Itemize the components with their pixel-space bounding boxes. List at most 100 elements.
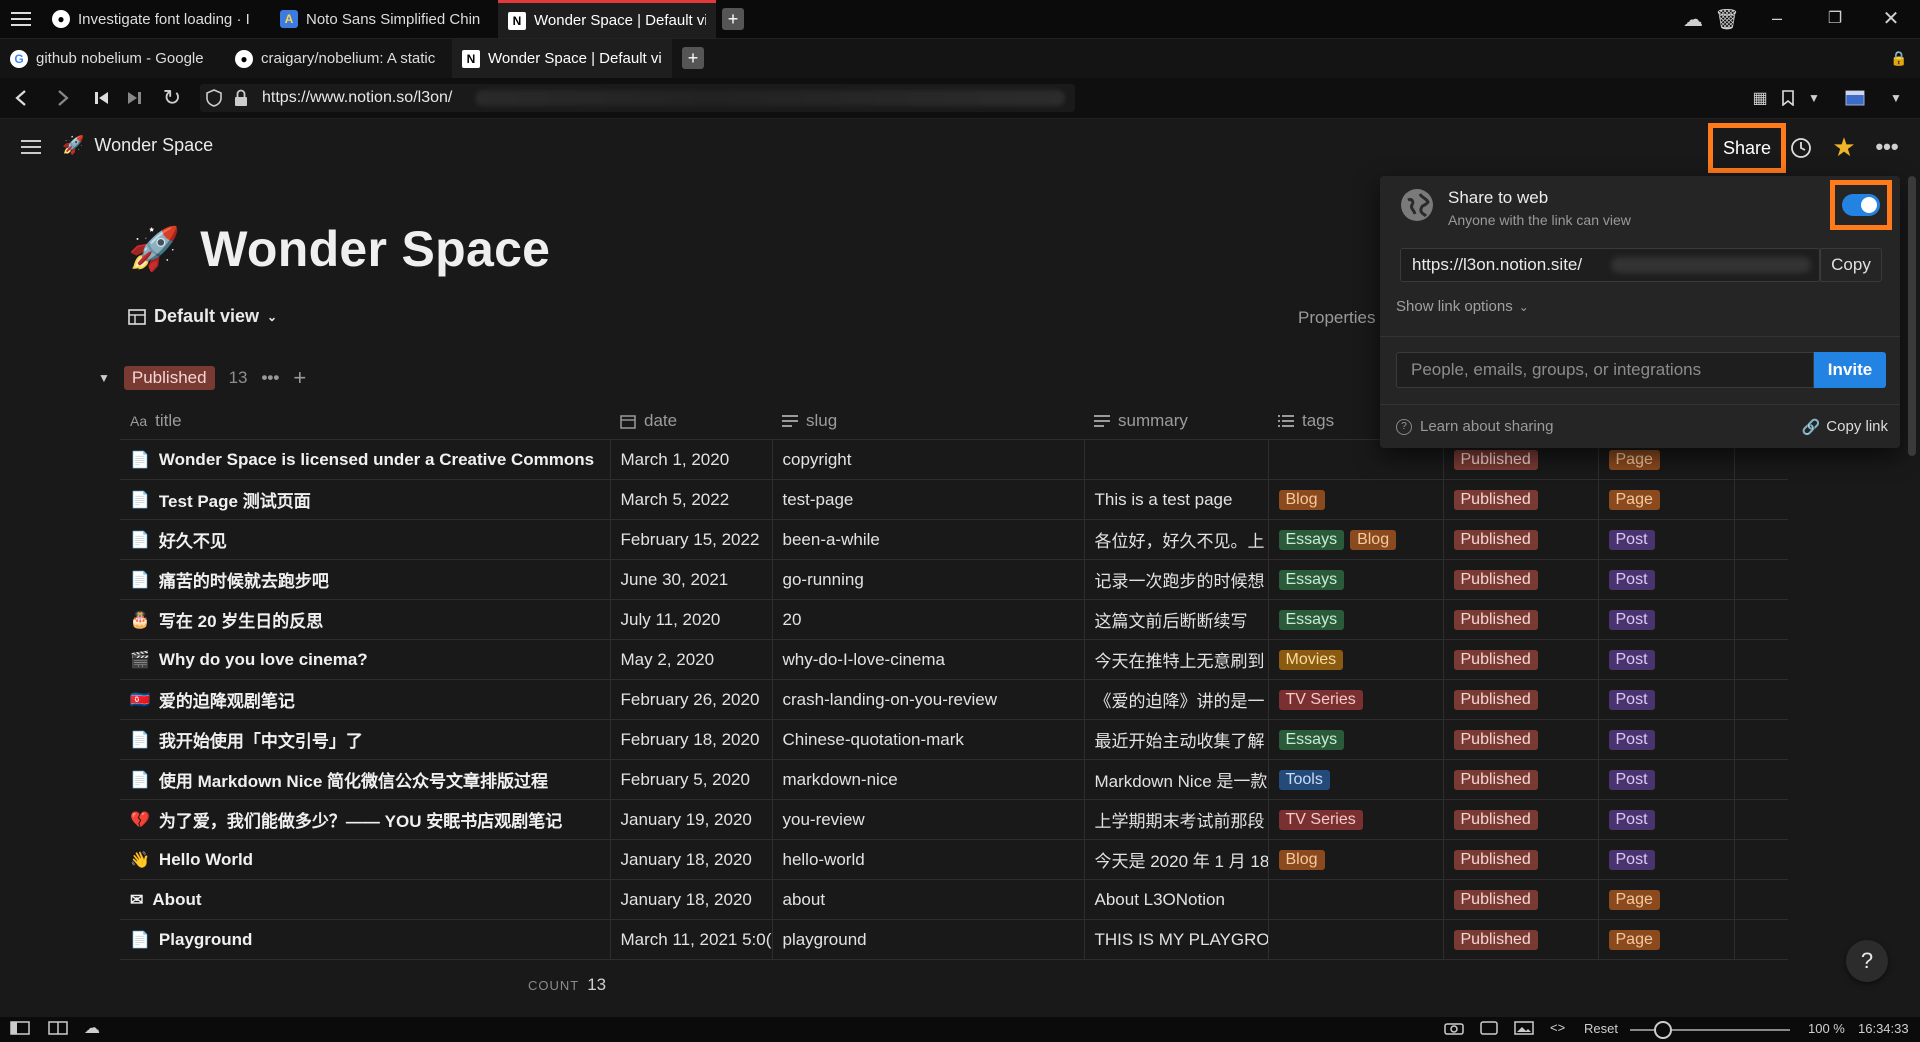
summary-cell[interactable]: Markdown Nice 是一款 xyxy=(1084,759,1269,800)
title-cell[interactable]: 📄 使用 Markdown Nice 简化微信公众号文章排版过程 xyxy=(120,759,611,800)
tags-cell[interactable]: Blog xyxy=(1268,479,1444,520)
type-cell[interactable]: Post xyxy=(1598,519,1735,560)
table-row[interactable]: 🎬 Why do you love cinema? May 2, 2020 why-d… xyxy=(120,639,1788,680)
column-header-slug[interactable]: slug xyxy=(772,403,1084,440)
address-bar[interactable]: https://www.notion.so/l3on/ xyxy=(200,84,1075,112)
title-cell[interactable]: 🇰🇵 爱的迫降观剧笔记 xyxy=(120,679,611,720)
chevron-down-icon[interactable]: ▼ xyxy=(1804,86,1824,110)
type-cell[interactable]: Post xyxy=(1598,679,1735,720)
date-cell[interactable]: March 1, 2020 xyxy=(610,439,773,480)
restore-icon[interactable]: ❐ xyxy=(1820,6,1850,30)
title-cell[interactable]: 📄 我开始使用「中文引号」了 xyxy=(120,719,611,760)
chevron-down-icon[interactable]: ▼ xyxy=(1886,86,1906,110)
trash-icon[interactable]: 🗑 xyxy=(1714,8,1740,31)
cloud-sync-icon[interactable]: ☁ xyxy=(84,1018,100,1038)
tags-cell[interactable]: TV Series xyxy=(1268,799,1444,840)
title-cell[interactable]: 📄 痛苦的时候就去跑步吧 xyxy=(120,559,611,600)
tags-cell[interactable]: Blog xyxy=(1268,839,1444,880)
table-row[interactable]: ✉ About January 18, 2020 about About L3ONoti… xyxy=(120,879,1788,920)
close-window-icon[interactable]: ✕ xyxy=(1876,6,1906,30)
slug-cell[interactable]: markdown-nice xyxy=(772,759,1085,800)
date-cell[interactable]: January 18, 2020 xyxy=(610,839,773,880)
slug-cell[interactable]: you-review xyxy=(772,799,1085,840)
slug-cell[interactable]: copyright xyxy=(772,439,1085,480)
table-row[interactable]: 🇰🇵 爱的迫降观剧笔记 February 26, 2020 crash-landing… xyxy=(120,679,1788,720)
help-button[interactable]: ? xyxy=(1846,940,1888,982)
date-cell[interactable]: July 11, 2020 xyxy=(610,599,773,640)
add-icon[interactable]: + xyxy=(293,365,306,391)
status-cell[interactable]: Published xyxy=(1443,559,1599,600)
image-icon[interactable] xyxy=(1514,1021,1534,1035)
learn-about-sharing[interactable]: ? Learn about sharing xyxy=(1396,418,1553,435)
more-options-icon[interactable]: ••• xyxy=(261,368,279,388)
type-cell[interactable]: Post xyxy=(1598,559,1735,600)
date-cell[interactable]: June 30, 2021 xyxy=(610,559,773,600)
summary-cell[interactable]: 记录一次跑步的时候想 xyxy=(1084,559,1269,600)
column-header-date[interactable]: date xyxy=(610,403,772,440)
tab-wonder-space-2[interactable]: N Wonder Space | Default vi xyxy=(452,39,672,78)
table-row[interactable]: 📄 Playground March 11, 2021 5:0(playground… xyxy=(120,919,1788,960)
type-cell[interactable]: Post xyxy=(1598,839,1735,880)
bookmark-icon[interactable] xyxy=(1776,86,1800,110)
date-cell[interactable]: February 15, 2022 xyxy=(610,519,773,560)
status-cell[interactable]: Published xyxy=(1443,719,1599,760)
shield-icon[interactable] xyxy=(206,89,222,107)
status-cell[interactable]: Published xyxy=(1443,879,1599,920)
forward-icon[interactable] xyxy=(50,86,76,110)
slug-cell[interactable]: hello-world xyxy=(772,839,1085,880)
tab-noto-sans[interactable]: A Noto Sans Simplified Chin xyxy=(270,0,498,38)
slug-cell[interactable]: why-do-I-love-cinema xyxy=(772,639,1085,680)
status-cell[interactable]: Published xyxy=(1443,799,1599,840)
type-cell[interactable]: Post xyxy=(1598,639,1735,680)
qr-code-icon[interactable]: ▦ xyxy=(1748,86,1772,110)
fast-forward-icon[interactable] xyxy=(122,86,146,110)
title-cell[interactable]: 🎂 写在 20 岁生日的反思 xyxy=(120,599,611,640)
date-cell[interactable]: March 5, 2022 xyxy=(610,479,773,520)
collapse-triangle-icon[interactable]: ▼ xyxy=(98,371,110,385)
title-cell[interactable]: 📄 Test Page 测试页面 xyxy=(120,479,611,520)
column-header-title[interactable]: Aa title xyxy=(120,403,610,440)
tags-cell[interactable]: TV Series xyxy=(1268,679,1444,720)
page-title[interactable]: Wonder Space xyxy=(200,220,550,278)
type-cell[interactable]: Post xyxy=(1598,599,1735,640)
new-tab-icon[interactable]: + xyxy=(682,47,704,69)
tags-cell[interactable]: Movies xyxy=(1268,639,1444,680)
summary-cell[interactable]: 今天在推特上无意刷到 xyxy=(1084,639,1269,680)
title-cell[interactable]: 📄 Playground xyxy=(120,919,611,960)
title-cell[interactable]: ✉ About xyxy=(120,879,611,920)
zoom-slider[interactable] xyxy=(1630,1021,1790,1039)
window-icon[interactable] xyxy=(1480,1021,1498,1035)
tags-cell[interactable] xyxy=(1268,879,1444,920)
show-link-options[interactable]: Show link options ⌄ xyxy=(1396,298,1529,315)
status-cell[interactable]: Published xyxy=(1443,679,1599,720)
title-cell[interactable]: 📄 Wonder Space is licensed under a Creati… xyxy=(120,439,611,480)
status-cell[interactable]: Published xyxy=(1443,479,1599,520)
type-cell[interactable]: Post xyxy=(1598,719,1735,760)
table-row[interactable]: 📄 Test Page 测试页面 March 5, 2022 test-page Thi… xyxy=(120,479,1788,520)
slug-cell[interactable]: test-page xyxy=(772,479,1085,520)
summary-cell[interactable]: 这篇文前后断断续写 xyxy=(1084,599,1269,640)
history-icon[interactable] xyxy=(1788,135,1814,161)
share-to-web-toggle[interactable] xyxy=(1842,194,1880,216)
table-row[interactable]: 🎂 写在 20 岁生日的反思 July 11, 2020 20 这篇文前后断断续写 Ess… xyxy=(120,599,1788,640)
tab-craigary-nobelium[interactable]: ● craigary/nobelium: A static xyxy=(225,39,450,78)
summary-cell[interactable] xyxy=(1084,439,1269,480)
share-button[interactable]: Share xyxy=(1708,123,1786,173)
status-cell[interactable]: Published xyxy=(1443,839,1599,880)
status-cell[interactable]: Published xyxy=(1443,599,1599,640)
summary-cell[interactable]: 今天是 2020 年 1 月 18 xyxy=(1084,839,1269,880)
table-row[interactable]: 📄 使用 Markdown Nice 简化微信公众号文章排版过程 February … xyxy=(120,759,1788,800)
slug-cell[interactable]: playground xyxy=(772,919,1085,960)
table-row[interactable]: 📄 痛苦的时候就去跑步吧 June 30, 2021 go-running 记录一次跑步… xyxy=(120,559,1788,600)
code-icon[interactable]: <> xyxy=(1550,1020,1565,1035)
panel-toggle-icon[interactable] xyxy=(10,1021,30,1035)
reload-icon[interactable]: ↻ xyxy=(158,84,186,112)
type-cell[interactable]: Page xyxy=(1598,479,1735,520)
copy-link-button[interactable]: 🔗 Copy link xyxy=(1802,418,1888,436)
slug-cell[interactable]: 20 xyxy=(772,599,1085,640)
view-selector[interactable]: Default view ⌄ xyxy=(128,306,277,327)
status-cell[interactable]: Published xyxy=(1443,519,1599,560)
summary-cell[interactable]: 上学期期末考试前那段 xyxy=(1084,799,1269,840)
status-cell[interactable]: Published xyxy=(1443,759,1599,800)
date-cell[interactable]: May 2, 2020 xyxy=(610,639,773,680)
